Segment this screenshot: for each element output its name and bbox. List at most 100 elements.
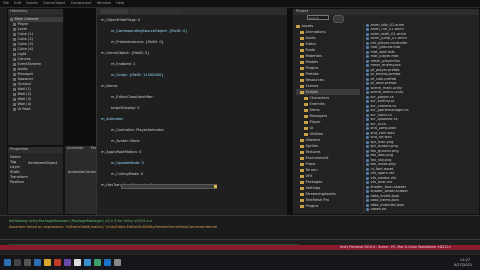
search-icon[interactable] [14,259,21,266]
gameobject-icon [13,38,16,41]
windows-start-icon[interactable] [4,259,11,266]
file-icon [366,118,369,122]
folder-label: Materials [305,53,322,58]
menu-item-component[interactable]: Component [71,1,92,6]
hierarchy-item-label: Manager [17,72,34,77]
hierarchy-item[interactable]: UI Root [10,107,63,112]
mail-icon[interactable] [84,259,91,266]
inspector-line[interactable]: m_Avatar: None [101,139,285,150]
visual-studio-icon[interactable] [64,259,71,266]
folder-item[interactable]: Plugins [296,203,360,209]
project-panel: Project Search Assets Animations Audio Edit… [292,8,480,215]
gameobject-icon [13,78,16,81]
menu-item-edit[interactable]: Edit [14,1,21,6]
inspector-line[interactable]: m_UpdateMode: 0 [101,161,285,172]
selected-field[interactable] [121,184,217,189]
folder-icon [300,192,304,196]
file-icon [366,50,369,54]
folder-icon [300,174,304,178]
clock-time[interactable]: 11:27 [452,258,478,263]
folder-icon [296,24,300,28]
file-item[interactable]: notes.txt [364,208,479,213]
folder-label: Sprites [305,143,319,148]
file-explorer-icon[interactable] [44,259,51,266]
scene-toolbar-column [64,8,96,145]
folder-label: Props [305,161,316,166]
clock-date[interactable]: 4/27/2021 [448,263,478,268]
file-icon [366,82,369,86]
file-icon [366,158,369,162]
hierarchy-item-label: UI Root [17,107,31,112]
inspector-line[interactable]: m_ObjectHideFlags: 0 [101,18,285,29]
tab-inspector[interactable] [100,9,128,14]
file-icon [366,208,369,212]
file-icon [366,149,369,153]
console-line-1[interactable]: Initializing Unity.PackageManager (Packa… [9,219,309,224]
file-label: notes.txt [370,207,387,212]
console-line-2[interactable]: Assertion failed on expression: 'IsMatri… [9,225,309,230]
menu-item-gameobject[interactable]: GameObject [43,1,65,6]
tab-scene[interactable] [131,9,155,14]
inspector-line[interactable]: m_PrefabInstance: {fileID: 0} [101,40,285,51]
folder-label: Utilities [309,131,324,136]
inspector-line[interactable]: targetDisplay: 0 [101,106,285,117]
inspector-line[interactable]: m_Name: [101,84,285,95]
spotify-icon[interactable] [94,259,101,266]
settings-icon[interactable] [114,259,121,266]
folder-icon [300,72,304,76]
inspector-line[interactable]: m_Animator: [101,117,285,128]
teams-icon[interactable] [104,259,111,266]
inspector-line[interactable]: m_CullingMode: 0 [101,172,285,183]
file-icon [366,199,369,203]
properties-tab[interactable]: Properties [8,147,63,153]
folder-icon [300,204,304,208]
folder-icon [300,198,304,202]
file-icon [366,181,369,185]
inspector-line[interactable]: m_Script: {fileID: 11500000} [101,73,285,84]
hierarchy-item-label: Cube (3) [17,42,34,47]
folder-icon [300,186,304,190]
folder-icon [304,108,308,112]
property-label: Position [10,180,24,185]
menu-item-help[interactable]: Help [116,1,124,6]
inspector-line[interactable]: m_Controller: PlayerAnimator [101,128,285,139]
inspector-line[interactable]: m_EditorClassIdentifier: [101,95,285,106]
file-icon [366,32,369,36]
title-bar: File Edit Assets GameObject Component Wi… [0,0,480,8]
gameobject-icon [13,33,16,36]
hierarchy-tab[interactable]: Hierarchy [8,9,63,15]
menu-item-file[interactable]: File [3,1,9,6]
edge-browser-icon[interactable] [34,259,41,266]
chrome-icon[interactable] [54,259,61,266]
unity-icon[interactable] [74,259,81,266]
folder-icon [300,180,304,184]
hierarchy-tree: Main Camera Player Level Cube (1) Cube (2) Cu… [10,17,63,127]
file-icon [366,154,369,158]
file-icon [366,194,369,198]
gameobject-icon [13,53,16,56]
folder-label: Animations [305,29,326,34]
inspector-line[interactable]: m_CorrespondingSourceObject: {fileID: 0} [101,29,285,40]
hierarchy-item-label: Wall (1) [17,87,32,92]
status-line: Unity Personal 2019.4 - Scene - PC, Mac … [0,245,480,250]
hierarchy-item-label: Canvas [17,57,31,62]
toggle-switch[interactable] [333,15,344,23]
gameobject-icon [13,48,16,51]
file-icon [366,122,369,126]
properties-panel: Properties Name Tag Layer Static Transform Po… [7,146,64,215]
folder-label: Plugins [305,65,319,70]
folder-label: Managers [309,113,328,118]
file-icon [366,127,369,131]
task-view-icon[interactable] [24,259,31,266]
menu-item-assets[interactable]: Assets [26,1,38,6]
tab-game[interactable] [157,9,181,14]
inspector-line[interactable]: m_GameObject: {fileID: 0} [101,51,285,62]
taskbar: 11:27 4/27/2021 [0,254,480,270]
hierarchy-item-label: Spawner [17,77,34,82]
file-icon [366,41,369,45]
menu-item-window[interactable]: Window [97,1,111,6]
inspector-line[interactable]: m_ApplyRootMotion: 0 [101,150,285,161]
tab-animator[interactable]: Animator [67,146,84,150]
inspector-line[interactable]: m_Enabled: 1 [101,62,285,73]
search-input[interactable]: Search [307,15,329,20]
